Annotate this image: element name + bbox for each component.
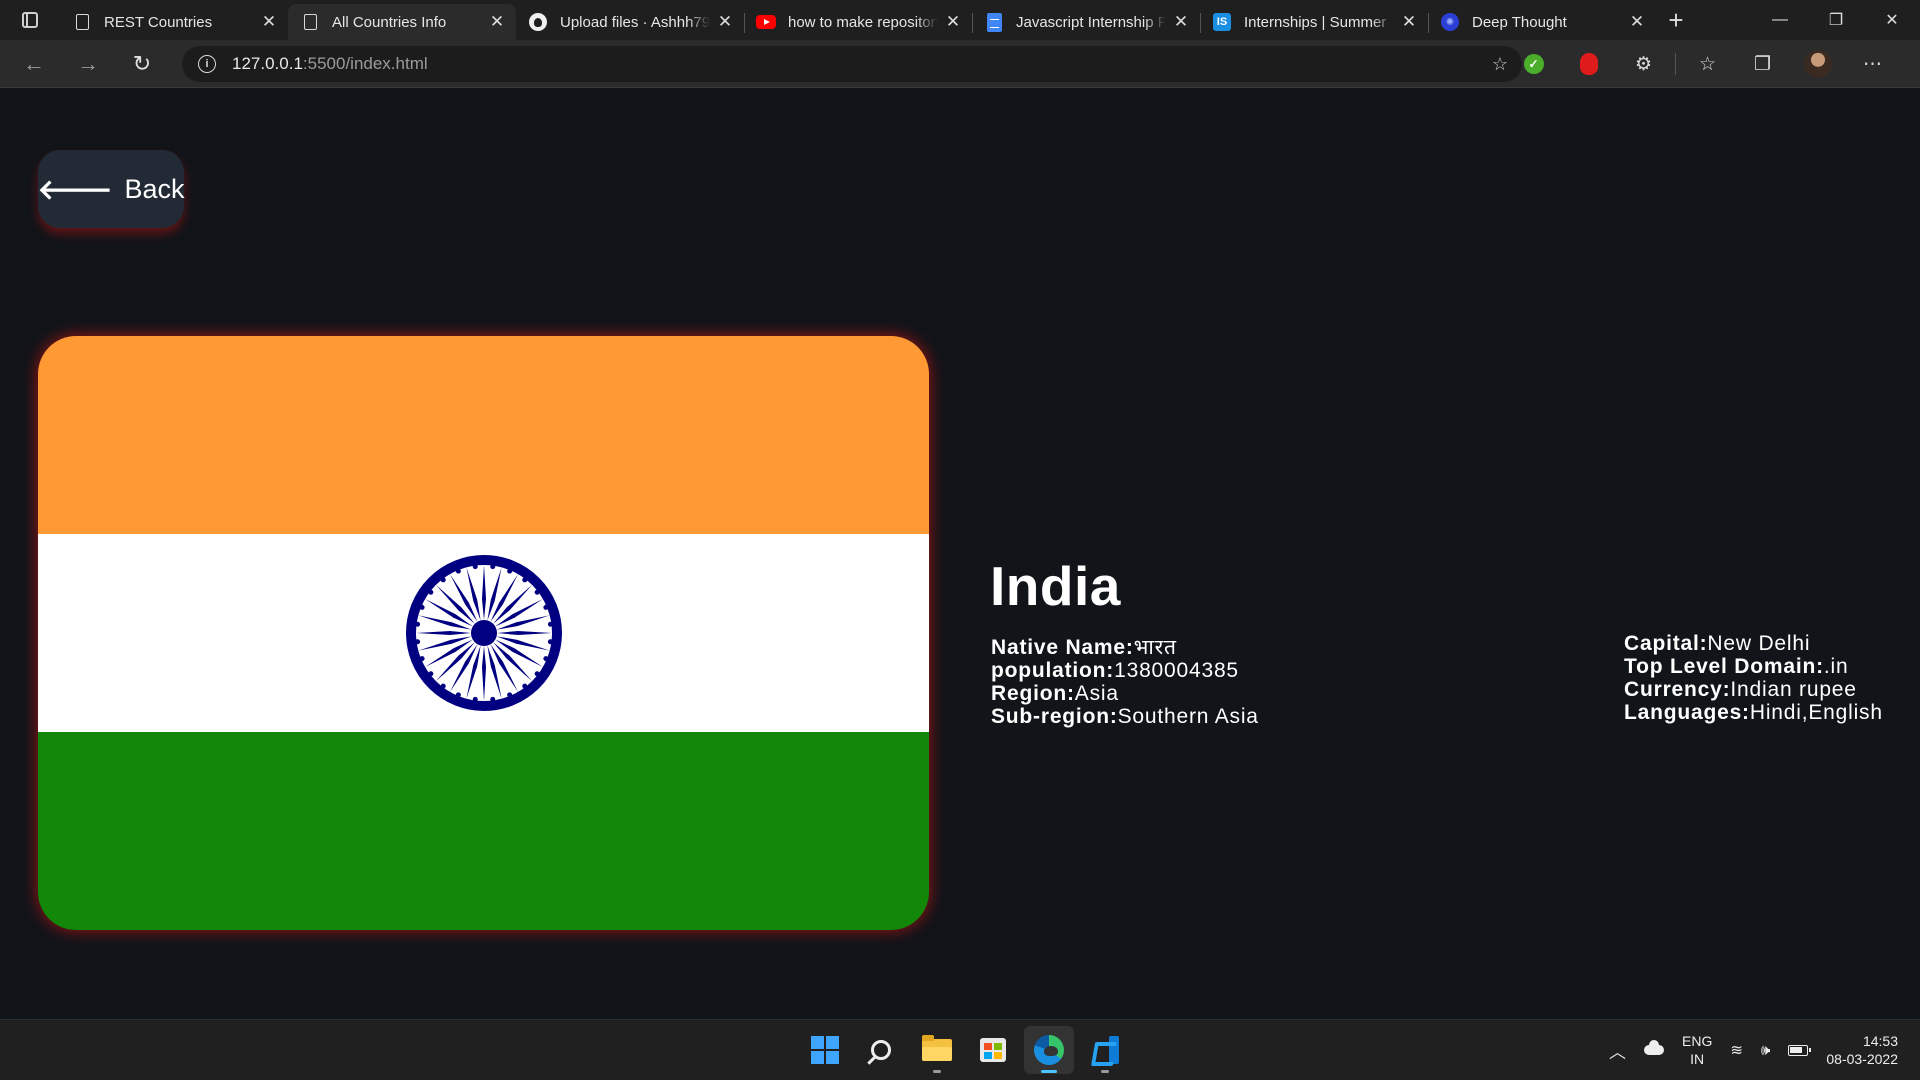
page-content: 🡐 Back India Native Name:भारत population… bbox=[0, 89, 1920, 1019]
close-icon[interactable]: ✕ bbox=[260, 12, 278, 32]
tab-all-countries-info[interactable]: All Countries Info ✕ bbox=[288, 4, 516, 40]
back-button-label: Back bbox=[124, 173, 185, 204]
close-icon[interactable]: ✕ bbox=[944, 12, 962, 32]
volume-icon[interactable]: 🕪 bbox=[1761, 1042, 1770, 1059]
extensions-icon[interactable]: ⚙ bbox=[1616, 40, 1671, 88]
languages-row: Languages:Hindi,English bbox=[1624, 701, 1883, 724]
tab-actions-button[interactable] bbox=[0, 0, 60, 40]
grammarly-extension-icon[interactable]: ✓ bbox=[1506, 40, 1561, 88]
tab-title: Internships | Summer bbox=[1244, 13, 1387, 31]
currency-row: Currency:Indian rupee bbox=[1624, 678, 1857, 701]
close-icon[interactable]: ✕ bbox=[1400, 12, 1418, 32]
github-icon bbox=[528, 12, 548, 32]
sub-region-row: Sub-region:Southern Asia bbox=[991, 705, 1259, 728]
youtube-icon bbox=[756, 12, 776, 32]
deep-thought-icon: ✺ bbox=[1440, 12, 1460, 32]
tab-strip: REST Countries ✕ All Countries Info ✕ Up… bbox=[60, 0, 1656, 40]
close-icon[interactable]: ✕ bbox=[488, 12, 506, 32]
window-controls: — ❐ ✕ bbox=[1752, 0, 1920, 40]
windows-start-icon[interactable] bbox=[800, 1026, 850, 1074]
restore-icon[interactable]: ❐ bbox=[1808, 0, 1864, 40]
favorites-icon[interactable]: ☆ bbox=[1680, 40, 1735, 88]
battery-icon[interactable] bbox=[1788, 1044, 1812, 1056]
flag-white-band bbox=[38, 534, 929, 732]
tab-title: how to make repository bbox=[788, 13, 938, 31]
region-row: Region:Asia bbox=[991, 682, 1119, 705]
page-icon bbox=[72, 12, 92, 32]
search-icon[interactable] bbox=[856, 1026, 906, 1074]
edge-icon[interactable] bbox=[1024, 1026, 1074, 1074]
tab-title: Deep Thought bbox=[1472, 13, 1567, 31]
top-level-domain-row: Top Level Domain:.in bbox=[1624, 655, 1849, 678]
population-row: population:1380004385 bbox=[991, 659, 1239, 682]
wifi-icon[interactable]: ≋ bbox=[1730, 1041, 1743, 1059]
chevron-up-icon[interactable]: ︿ bbox=[1609, 1038, 1626, 1063]
page-icon bbox=[300, 12, 320, 32]
windows-taskbar: ︿ ENG IN ≋ 🕪 14:53 08-03-2022 bbox=[0, 1019, 1920, 1080]
tab-title: All Countries Info bbox=[332, 13, 447, 31]
back-arrow-icon: 🡐 bbox=[37, 174, 113, 205]
url-text[interactable]: 127.0.0.1:5500/index.html bbox=[232, 54, 428, 74]
system-tray: ︿ ENG IN ≋ 🕪 14:53 08-03-2022 bbox=[1609, 1020, 1920, 1080]
microsoft-store-icon[interactable] bbox=[968, 1026, 1018, 1074]
close-icon[interactable]: ✕ bbox=[1172, 12, 1190, 32]
flag-green-band bbox=[38, 732, 929, 930]
tab-title: Javascript Internship F bbox=[1016, 13, 1166, 31]
country-flag bbox=[38, 336, 929, 930]
profile-avatar[interactable] bbox=[1790, 40, 1845, 88]
close-window-icon[interactable]: ✕ bbox=[1864, 0, 1920, 40]
internshala-icon: IS bbox=[1212, 12, 1232, 32]
tab-youtube[interactable]: how to make repository ✕ bbox=[744, 4, 972, 40]
file-explorer-icon[interactable] bbox=[912, 1026, 962, 1074]
address-toolbar: ← → ↻ i 127.0.0.1:5500/index.html ☆ ✓ ⚙ … bbox=[0, 40, 1920, 88]
flag-saffron-band bbox=[38, 336, 929, 534]
adblock-extension-icon[interactable] bbox=[1561, 40, 1616, 88]
country-details-right: Capital:New Delhi Top Level Domain:.in C… bbox=[1624, 632, 1883, 724]
back-arrow-icon[interactable]: ← bbox=[10, 44, 58, 84]
onedrive-icon[interactable] bbox=[1644, 1040, 1664, 1055]
new-tab-button[interactable]: + bbox=[1656, 0, 1696, 40]
collections-icon[interactable]: ❐ bbox=[1735, 40, 1790, 88]
browser-tab-bar: REST Countries ✕ All Countries Info ✕ Up… bbox=[0, 0, 1920, 40]
refresh-icon[interactable]: ↻ bbox=[118, 44, 166, 84]
tab-title: REST Countries bbox=[104, 13, 213, 31]
tab-javascript-internship[interactable]: Javascript Internship F ✕ bbox=[972, 4, 1200, 40]
toolbar-icons: ✓ ⚙ ☆ ❐ ⋯ bbox=[1506, 40, 1900, 88]
ashoka-chakra-icon bbox=[405, 555, 562, 711]
vscode-icon[interactable] bbox=[1080, 1026, 1130, 1074]
back-button[interactable]: 🡐 Back bbox=[37, 150, 185, 228]
native-name-row: Native Name:भारत bbox=[991, 636, 1177, 659]
country-name: India bbox=[990, 555, 1121, 617]
close-icon[interactable]: ✕ bbox=[1628, 12, 1646, 32]
tab-internships[interactable]: IS Internships | Summer ✕ bbox=[1200, 4, 1428, 40]
tab-rest-countries[interactable]: REST Countries ✕ bbox=[60, 4, 288, 40]
minimize-icon[interactable]: — bbox=[1752, 0, 1808, 40]
tab-upload-files[interactable]: Upload files · Ashhh79 ✕ bbox=[516, 4, 744, 40]
google-docs-icon bbox=[984, 12, 1004, 32]
language-indicator[interactable]: ENG IN bbox=[1682, 1032, 1712, 1068]
clock[interactable]: 14:53 08-03-2022 bbox=[1826, 1032, 1898, 1068]
tab-actions-icon bbox=[22, 12, 38, 28]
taskbar-apps bbox=[800, 1026, 1130, 1074]
site-info-icon[interactable]: i bbox=[198, 55, 216, 73]
tab-deep-thought[interactable]: ✺ Deep Thought ✕ bbox=[1428, 4, 1656, 40]
country-details-left: Native Name:भारत population:1380004385 R… bbox=[991, 636, 1259, 728]
forward-arrow-icon[interactable]: → bbox=[64, 44, 112, 84]
close-icon[interactable]: ✕ bbox=[716, 12, 734, 32]
capital-row: Capital:New Delhi bbox=[1624, 632, 1811, 655]
address-bar[interactable]: i 127.0.0.1:5500/index.html ☆ bbox=[182, 46, 1522, 82]
more-menu-icon[interactable]: ⋯ bbox=[1845, 40, 1900, 88]
tab-title: Upload files · Ashhh79 bbox=[560, 13, 710, 31]
